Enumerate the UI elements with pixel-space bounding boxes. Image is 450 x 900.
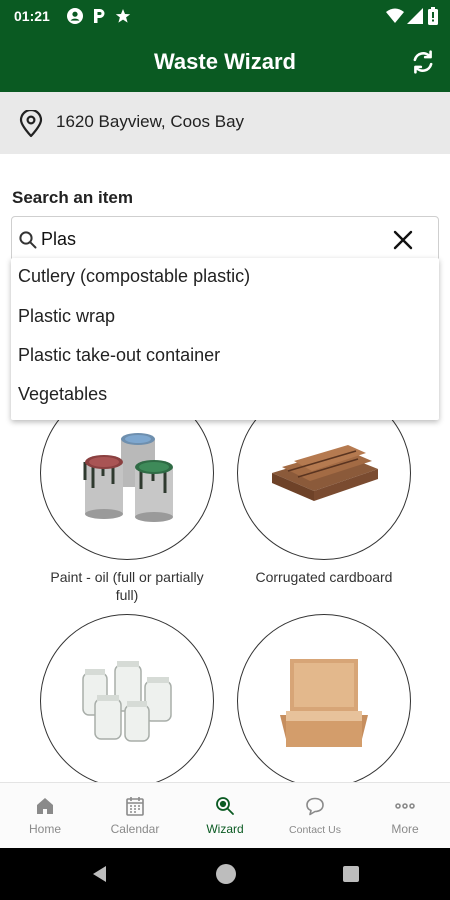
nav-item-calendar[interactable]: Calendar <box>90 783 180 849</box>
search-box[interactable] <box>11 216 439 262</box>
item-card-glass-jars[interactable] <box>40 614 214 788</box>
star-icon <box>114 7 132 25</box>
search-input[interactable] <box>41 226 371 252</box>
item-caption: Corrugated cardboard <box>255 569 393 585</box>
search-label: Search an item <box>12 188 133 207</box>
more-dots-icon <box>394 795 416 817</box>
nav-label: Home <box>28 822 61 836</box>
nav-item-contact-us[interactable]: Contact Us <box>270 783 360 849</box>
item-image-frame <box>40 614 214 788</box>
suggestion-item[interactable]: Vegetables <box>18 384 107 405</box>
item-caption: Paint - oil (full or partially full) <box>50 569 204 603</box>
account-icon <box>66 7 84 25</box>
bottom-navigation: Home Calendar Wizard Contact Us More <box>0 782 450 849</box>
app-title: Waste Wizard <box>153 49 296 74</box>
item-image-frame <box>237 614 411 788</box>
nav-label: More <box>391 822 419 836</box>
chat-bubble-icon <box>304 795 326 817</box>
back-icon[interactable] <box>90 864 108 884</box>
nav-label: Calendar <box>110 822 160 836</box>
nav-item-home[interactable]: Home <box>0 783 90 849</box>
battery-icon <box>424 7 442 25</box>
glass-jars-image <box>82 661 172 742</box>
calendar-icon <box>124 795 146 817</box>
app-bar: Waste Wizard <box>0 32 450 92</box>
signal-icon <box>406 7 424 25</box>
home-circle-icon[interactable] <box>215 863 237 885</box>
status-bar: 01:21 <box>0 0 450 32</box>
refresh-icon[interactable] <box>410 49 436 75</box>
nav-item-more[interactable]: More <box>360 783 450 849</box>
parking-icon <box>90 7 108 25</box>
location-bar[interactable]: 1620 Bayview, Coos Bay <box>0 92 450 154</box>
suggestion-item[interactable]: Plastic wrap <box>18 306 115 327</box>
clear-search-icon[interactable] <box>392 229 414 251</box>
item-card-pizza-box[interactable] <box>237 614 411 788</box>
wizard-search-icon <box>214 795 236 817</box>
location-pin-icon <box>18 108 44 138</box>
status-time: 01:21 <box>14 8 50 24</box>
wifi-icon <box>386 7 404 25</box>
pizza-box-image <box>280 659 368 747</box>
system-navigation-bar <box>0 848 450 900</box>
suggestion-item[interactable]: Plastic take-out container <box>18 345 220 366</box>
suggestions-dropdown: Cutlery (compostable plastic) Plastic wr… <box>11 258 439 420</box>
nav-label: Wizard <box>206 822 244 836</box>
nav-label: Contact Us <box>289 824 341 836</box>
suggestion-item[interactable]: Cutlery (compostable plastic) <box>18 266 250 287</box>
search-icon <box>18 230 38 250</box>
home-icon <box>34 795 56 817</box>
address-text: 1620 Bayview, Coos Bay <box>56 112 245 131</box>
recents-icon[interactable] <box>342 865 360 883</box>
nav-item-wizard[interactable]: Wizard <box>180 783 270 849</box>
